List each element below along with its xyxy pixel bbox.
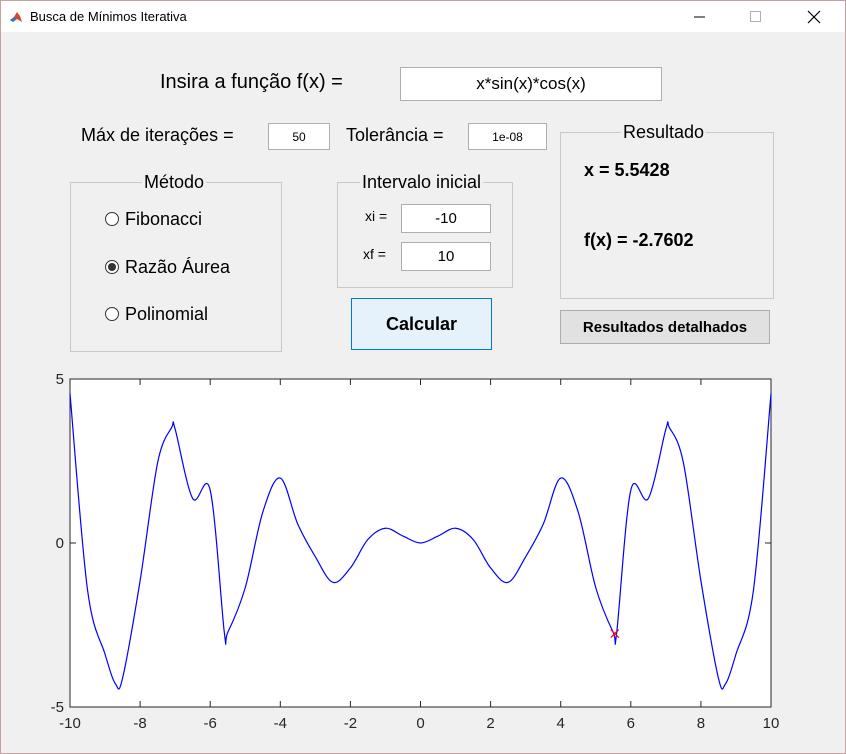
x-tick-label: -8 bbox=[133, 715, 146, 732]
app-window: Busca de Mínimos Iterativa Insira a funç… bbox=[0, 0, 846, 754]
y-tick-label: 0 bbox=[56, 535, 64, 552]
x-tick-label: 10 bbox=[763, 715, 780, 732]
x-tick-label: 2 bbox=[486, 715, 494, 732]
x-tick-label: -2 bbox=[344, 715, 357, 732]
y-tick-label: 5 bbox=[56, 371, 64, 388]
x-tick-label: 6 bbox=[627, 715, 635, 732]
x-tick-label: 0 bbox=[416, 715, 424, 732]
x-tick-label: -4 bbox=[274, 715, 287, 732]
y-tick-label: -5 bbox=[51, 699, 64, 716]
x-tick-label: -6 bbox=[204, 715, 217, 732]
x-tick-label: 8 bbox=[697, 715, 705, 732]
x-tick-label: -10 bbox=[59, 715, 81, 732]
x-tick-label: 4 bbox=[557, 715, 565, 732]
function-plot: -10 -8 -6 -4 -2 0 2 4 6 8 10 -5 0 5 bbox=[51, 371, 780, 732]
